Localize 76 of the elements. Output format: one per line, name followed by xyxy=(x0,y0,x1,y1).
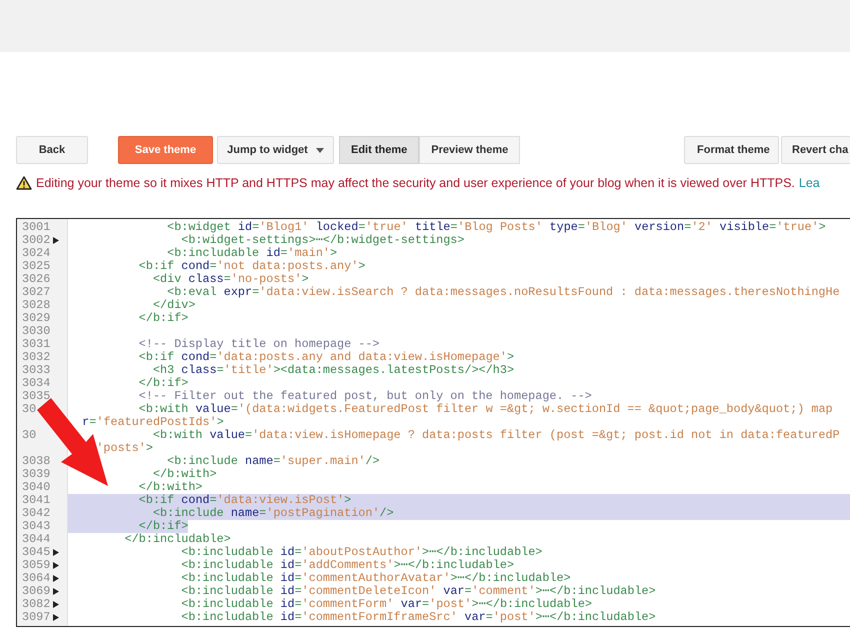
code-line: <b:eval expr='data:view.isSearch ? data:messages.noResultsFound : data:messages.theresNothingHe xyxy=(166,285,840,299)
line-number: 3033 xyxy=(22,364,50,377)
code-line: <b:with value='(data:widgets.FeaturedPost filter w =&gt; w.sectionId == &quot;page_body&quot;) map xyxy=(138,402,833,416)
line-number: 3042 xyxy=(22,507,50,520)
code-line: <!-- Display title on homepage --> xyxy=(138,337,380,351)
fold-marker-icon[interactable] xyxy=(53,562,60,569)
fold-marker-icon[interactable] xyxy=(53,575,60,582)
revert-button[interactable]: Revert cha xyxy=(781,136,850,164)
line-number: 3001 xyxy=(22,221,50,234)
code-line: r='featuredPostIds'> xyxy=(81,415,224,429)
code-line: <b:if cond='not data:posts.any'> xyxy=(138,259,366,273)
line-number: 3064 xyxy=(22,572,50,585)
jump-to-widget-dropdown[interactable]: Jump to widget xyxy=(217,136,334,164)
line-number: 3045 xyxy=(22,546,50,559)
line-number: 3082 xyxy=(22,598,50,611)
line-number: 30 xyxy=(22,403,36,416)
warning-message: Editing your theme so it mixes HTTP and HTTPS may affect the security and user experience of your blog when it is viewed over HTTPS. xyxy=(36,174,795,192)
code-line: <b:includable id='aboutPostAuthor'>⋯</b:includable> xyxy=(180,545,542,559)
line-number: 3035 xyxy=(22,390,50,403)
code-editor[interactable] xyxy=(16,218,850,627)
code-line: </b:if> xyxy=(138,311,188,325)
code-line: <b:includable id='commentDeleteIcon' var='comment'>⋯</b:includable> xyxy=(180,584,656,598)
line-number: 3069 xyxy=(22,585,50,598)
code-line: <!-- Filter out the featured post, but only on the homepage. --> xyxy=(138,389,592,403)
line-number: 3044 xyxy=(22,533,50,546)
fold-marker-icon[interactable] xyxy=(53,614,60,621)
code-line: <b:includable id='commentFormIframeSrc' var='post'>⋯</b:includable> xyxy=(180,610,656,624)
line-number: 3026 xyxy=(22,273,50,286)
code-line: <b:includable id='commentAuthorAvatar'>⋯</b:includable> xyxy=(180,571,571,585)
code-line: <b:if cond='data:view.isPost'> xyxy=(138,493,352,507)
warning-icon xyxy=(16,176,32,190)
code-line: <b:includable id='commentForm' var='post'>⋯</b:includable> xyxy=(180,597,592,611)
code-line: <b:include name='super.main'/> xyxy=(166,454,380,468)
code-line: </b:with> xyxy=(138,480,203,494)
line-number: 3027 xyxy=(22,286,50,299)
line-number: 3059 xyxy=(22,559,50,572)
code-line: <div class='no-posts'> xyxy=(152,272,309,286)
back-button[interactable]: Back xyxy=(16,136,88,164)
line-number: 3043 xyxy=(22,520,50,533)
editor-tab[interactable]: Edit theme xyxy=(339,136,420,164)
line-number: 30 xyxy=(22,429,36,442)
line-number: 3002 xyxy=(22,234,50,247)
code-line: <b:widget-settings>⋯</b:widget-settings> xyxy=(180,233,464,247)
code-line: <b:include name='postPagination'/> xyxy=(152,506,394,520)
code-line: <h3 class='title'><data:messages.latestPosts/></h3> xyxy=(152,363,514,377)
code-line: </b:if> xyxy=(138,376,188,390)
code-line: </b:includable> xyxy=(124,532,231,546)
line-number: 3031 xyxy=(22,338,50,351)
line-number: 3097 xyxy=(22,611,50,624)
fold-marker-icon[interactable] xyxy=(53,601,60,608)
code-line: <b:includable id='addComments'>⋯</b:includable> xyxy=(180,558,514,572)
line-number: 3025 xyxy=(22,260,50,273)
fold-marker-icon[interactable] xyxy=(53,549,60,556)
code-line: </div> xyxy=(152,298,196,312)
line-number: 3028 xyxy=(22,299,50,312)
code-line: 'posts'> xyxy=(95,441,153,455)
line-number: 3041 xyxy=(22,494,50,507)
code-line: <b:with value='data:view.isHomepage ? data:posts filter (post =&gt; post.id not in data:featuredP xyxy=(152,428,840,442)
line-number: 3038 xyxy=(22,455,50,468)
editor-tab[interactable]: Preview theme xyxy=(419,136,520,164)
line-number: 3030 xyxy=(22,325,50,338)
line-number: 3034 xyxy=(22,377,50,390)
learn-more-link[interactable]: Lea xyxy=(798,174,820,192)
line-number: 3032 xyxy=(22,351,50,364)
line-number: 3040 xyxy=(22,481,50,494)
code-line: </b:with> xyxy=(152,467,217,481)
format-theme-button[interactable]: Format theme xyxy=(684,136,779,164)
fold-marker-icon[interactable] xyxy=(53,237,60,244)
line-number: 3039 xyxy=(22,468,50,481)
line-number: 3024 xyxy=(22,247,50,260)
code-line: <b:if cond='data:posts.any and data:view.isHomepage'> xyxy=(138,350,514,364)
line-number: 3029 xyxy=(22,312,50,325)
fold-marker-icon[interactable] xyxy=(53,588,60,595)
code-line: <b:includable id='main'> xyxy=(166,246,338,260)
caret-icon xyxy=(316,148,324,152)
code-line: <b:widget id='Blog1' locked='true' title='Blog Posts' type='Blog' version='2' visible='true'> xyxy=(166,220,826,234)
